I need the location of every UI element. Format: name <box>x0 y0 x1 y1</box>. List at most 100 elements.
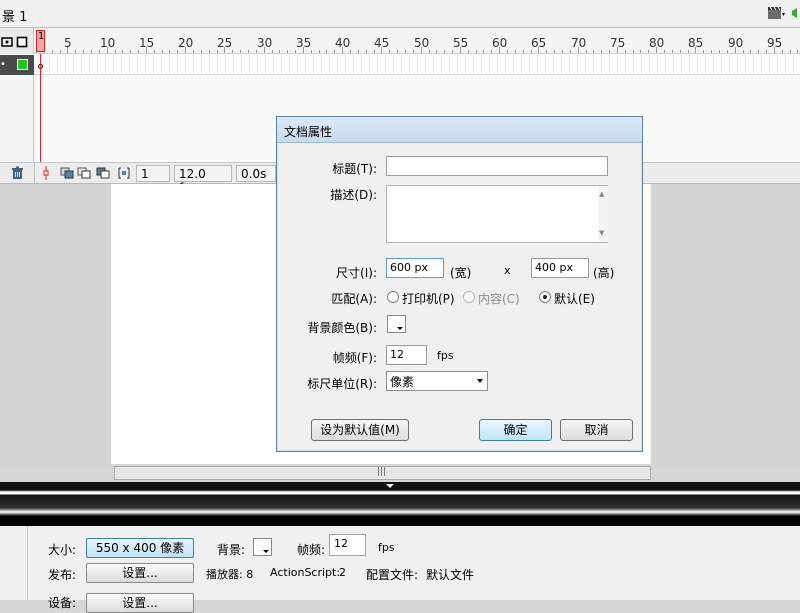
match-contents-label: 内容(C) <box>478 292 520 306</box>
ruler-tick <box>60 50 61 53</box>
publish-label: 发布: <box>48 568 77 582</box>
ruler-tick <box>311 50 312 53</box>
background-label: 背景: <box>217 543 246 557</box>
ruler-tick <box>452 50 453 53</box>
ruler-tick <box>648 50 649 53</box>
ruler-units-label: 标尺单位(R): <box>307 377 377 391</box>
ruler-tick <box>248 50 249 53</box>
playhead-handle[interactable]: 1 <box>36 30 45 52</box>
layer-row[interactable]: • <box>0 55 34 75</box>
title-input[interactable] <box>386 156 608 176</box>
ruler-tick <box>350 50 351 53</box>
onion-skin-outlines-icon[interactable] <box>77 167 91 179</box>
ruler-tick <box>640 50 641 53</box>
dialog-titlebar[interactable]: 文档属性 <box>277 117 642 143</box>
ruler-number: 65 <box>531 36 547 50</box>
panel-splitter[interactable] <box>0 482 800 526</box>
delete-layer-icon[interactable] <box>11 166 24 180</box>
ruler-units-value: 像素 <box>390 375 415 389</box>
show-hide-layers-icon[interactable] <box>1 36 13 48</box>
horizontal-scrollbar[interactable]: ||| <box>114 466 651 480</box>
size-label: 尺寸(I): <box>336 266 377 280</box>
ruler-tick <box>703 50 704 53</box>
modify-onion-markers-icon[interactable] <box>117 167 131 179</box>
ruler-tick <box>515 50 516 53</box>
edit-scene-icon[interactable] <box>766 5 786 22</box>
collapse-arrow-icon[interactable] <box>386 484 394 488</box>
match-default-radio[interactable] <box>539 291 551 303</box>
make-default-button[interactable]: 设为默认值(M) <box>311 419 409 441</box>
layer-header <box>0 28 34 54</box>
frame-rate-label: 帧频: <box>297 543 326 557</box>
ruler-tick <box>491 50 492 53</box>
ruler-tick <box>429 50 430 53</box>
ruler-units-select[interactable]: 像素 <box>386 371 488 391</box>
edit-symbol-icon[interactable] <box>790 5 800 22</box>
description-label: 描述(D): <box>330 188 377 202</box>
ruler-tick <box>601 50 602 53</box>
ruler-tick <box>797 50 798 53</box>
publish-settings-button[interactable]: 设置... <box>86 563 194 583</box>
description-scrollbar[interactable]: ▲ ▼ <box>598 186 608 242</box>
frames-row[interactable] <box>34 55 800 75</box>
ruler-tick <box>287 50 288 53</box>
match-printer-label[interactable]: 打印机(P) <box>402 290 455 307</box>
match-printer-radio[interactable] <box>387 291 399 303</box>
center-frame-icon[interactable] <box>41 165 51 181</box>
ruler-tick <box>680 50 681 53</box>
ruler-number: 25 <box>217 36 233 50</box>
onion-skin-icon[interactable] <box>60 167 74 179</box>
edit-multiple-frames-icon[interactable] <box>96 167 110 179</box>
ruler-tick <box>672 50 673 53</box>
ruler-number: 75 <box>610 36 626 50</box>
ruler-tick <box>688 50 689 53</box>
background-color-swatch[interactable] <box>253 538 272 556</box>
profile-label: 配置文件: <box>366 568 419 582</box>
ruler-tick <box>790 50 791 53</box>
cancel-button[interactable]: 取消 <box>560 419 633 441</box>
scrollbar-grip-icon[interactable]: ||| <box>377 467 386 477</box>
frame-rate-field[interactable]: 12.0 fps <box>174 165 232 195</box>
document-properties-dialog: 文档属性 标题(T): 描述(D): ▲ ▼ 尺寸(I): 600 px (宽)… <box>276 116 643 452</box>
ruler-tick <box>711 50 712 53</box>
match-default-label[interactable]: 默认(E) <box>554 290 595 307</box>
width-input[interactable]: 600 px <box>386 258 444 278</box>
layer-color-icon[interactable] <box>17 59 28 70</box>
ruler-tick <box>758 50 759 53</box>
size-label: 大小: <box>48 543 77 557</box>
ruler-tick <box>232 50 233 53</box>
ruler-tick <box>169 50 170 53</box>
outline-toggle-icon[interactable] <box>16 36 28 48</box>
ruler-number: 70 <box>571 36 587 50</box>
ruler-tick <box>272 50 273 53</box>
actionscript-version: 2 <box>339 566 346 579</box>
description-textarea[interactable]: ▲ ▼ <box>386 185 608 243</box>
ruler-tick <box>523 50 524 53</box>
document-size-button[interactable]: 550 x 400 像素 <box>86 538 194 558</box>
background-color-swatch[interactable] <box>387 315 406 333</box>
ok-button[interactable]: 确定 <box>479 419 552 441</box>
width-unit-label: (宽) <box>450 266 472 280</box>
ruler-tick <box>413 50 414 53</box>
ruler-number: 85 <box>688 36 704 50</box>
frame-rate-unit: fps <box>437 349 454 362</box>
ruler-tick <box>405 50 406 53</box>
ruler-number: 15 <box>139 36 155 50</box>
scroll-down-icon[interactable]: ▼ <box>599 229 604 237</box>
height-input[interactable]: 400 px <box>531 258 589 278</box>
title-label: 标题(T): <box>332 162 377 176</box>
ruler-tick <box>138 50 139 53</box>
ruler-tick <box>209 50 210 53</box>
ruler-number: 5 <box>64 36 72 50</box>
height-unit-label: (高) <box>593 266 615 280</box>
playhead-frame-label: 1 <box>38 31 45 42</box>
device-settings-button[interactable]: 设置... <box>86 593 194 613</box>
scroll-up-icon[interactable]: ▲ <box>599 190 604 198</box>
ruler-tick <box>782 50 783 53</box>
frame-rate-input[interactable]: 12 <box>329 534 366 556</box>
ruler-number: 35 <box>296 36 312 50</box>
frame-rate-input[interactable]: 12 <box>386 345 427 365</box>
ruler-tick <box>295 50 296 53</box>
frame-ruler[interactable]: 5 10 15 20 25 30 35 40 45 50 55 60 65 70 75 80 85 90 95 <box>34 28 800 54</box>
ruler-tick <box>476 50 477 53</box>
